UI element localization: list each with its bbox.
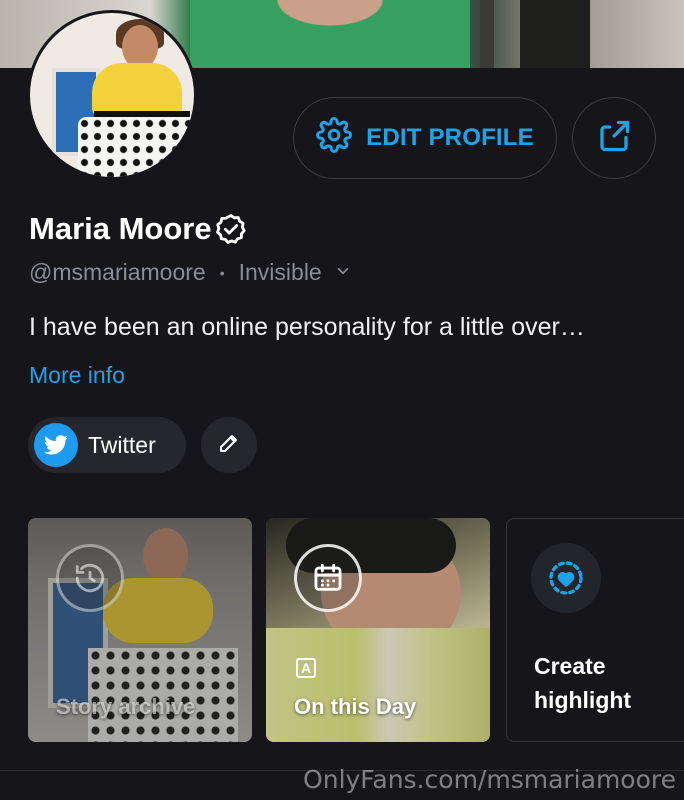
chevron-down-icon (334, 259, 352, 286)
auto-badge-icon: A (296, 658, 316, 678)
profile-name-row: Maria Moore (29, 211, 248, 247)
watermark: OnlyFans.com/msmariamoore (303, 765, 676, 794)
avatar-top (92, 63, 182, 118)
separator-dot: • (219, 264, 225, 281)
edit-profile-button[interactable]: EDIT PROFILE (293, 97, 557, 179)
edit-profile-label: EDIT PROFILE (366, 124, 534, 151)
share-icon (596, 118, 632, 159)
highlight-story-archive[interactable]: Story archive (28, 518, 252, 742)
cover-photo-subject (190, 0, 470, 68)
highlight-label: Story archive (56, 694, 196, 719)
profile-name: Maria Moore (29, 211, 212, 246)
heart-circle-icon (531, 543, 601, 613)
twitter-label: Twitter (88, 431, 156, 458)
verified-badge-icon (214, 212, 248, 246)
edit-links-button[interactable] (201, 417, 257, 473)
share-button[interactable] (572, 97, 656, 179)
twitter-icon (34, 423, 78, 467)
avatar[interactable] (27, 10, 197, 180)
avatar-skirt (78, 117, 194, 177)
pencil-icon (217, 431, 241, 460)
status-toggle[interactable]: Invisible (239, 259, 352, 286)
highlight-label: On this Day (294, 694, 417, 719)
highlight-create[interactable]: Create highlight (506, 518, 684, 742)
highlight-label: Create highlight (534, 653, 632, 713)
more-info-link[interactable]: More info (29, 362, 125, 389)
cover-photo-doorway (520, 0, 590, 68)
profile-handle: @msmariamoore (29, 259, 206, 285)
highlight-on-this-day[interactable]: A On this Day (266, 518, 490, 742)
handle-row: @msmariamoore • Invisible (29, 259, 352, 286)
profile-bio: I have been an online personality for a … (29, 313, 585, 341)
status-label: Invisible (238, 259, 322, 285)
twitter-link-button[interactable]: Twitter (28, 417, 186, 473)
cover-photo-rail (480, 0, 494, 68)
gear-icon (316, 116, 353, 160)
calendar-icon (294, 544, 362, 612)
history-icon (56, 544, 124, 612)
